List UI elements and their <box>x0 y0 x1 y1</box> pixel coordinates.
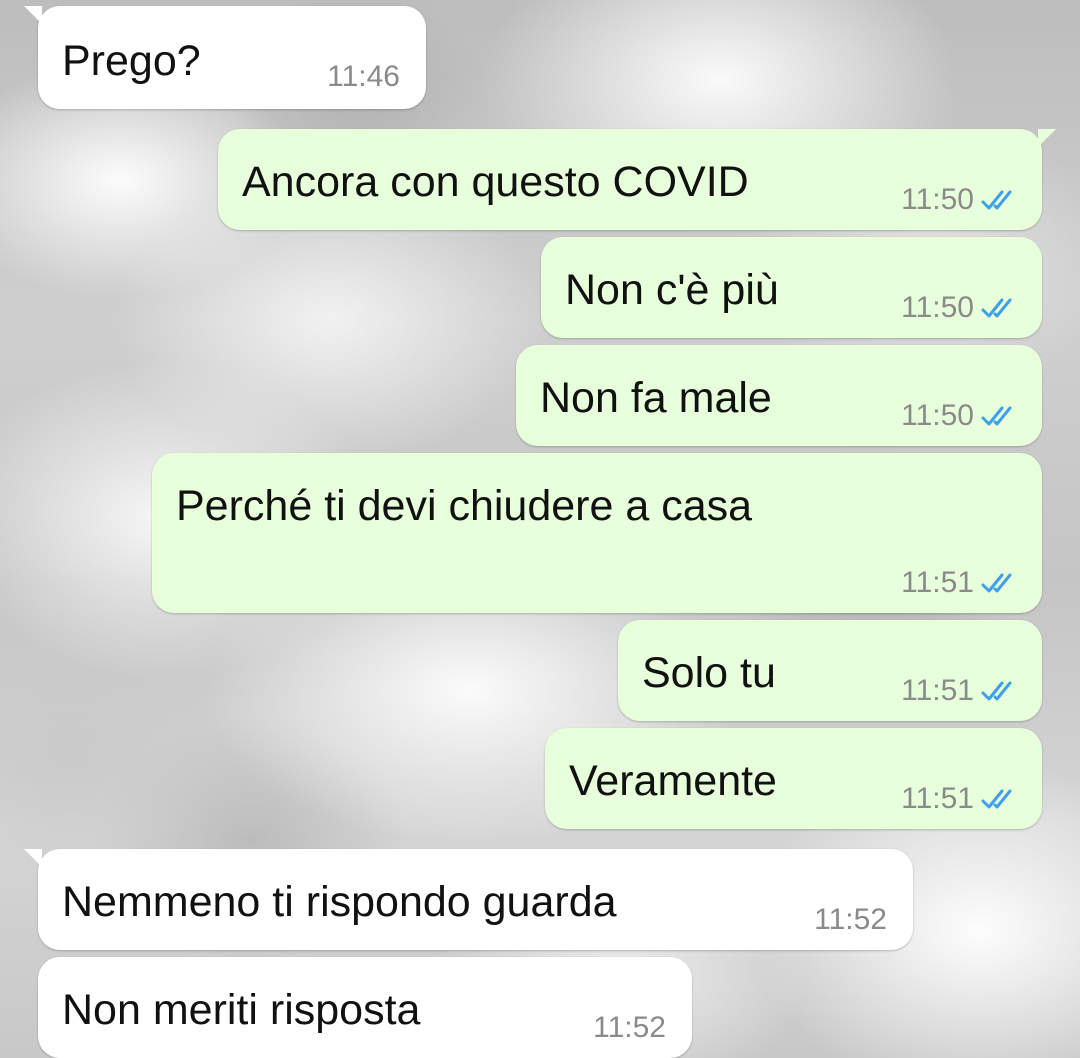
message-time: 11:46 <box>327 60 400 93</box>
message-bubble[interactable]: Non meriti risposta 11:52 <box>38 957 692 1058</box>
message-time: 11:50 <box>901 399 974 432</box>
message-bubble[interactable]: Non fa male 11:50 <box>516 345 1042 446</box>
double-check-read-icon <box>980 679 1020 703</box>
message-meta: 11:51 <box>901 783 1020 815</box>
message-text: Ancora con questo COVID <box>242 158 749 206</box>
message-meta: 11:50 <box>901 292 1020 324</box>
message-bubble[interactable]: Veramente 11:51 <box>545 728 1042 829</box>
double-check-read-icon <box>980 787 1020 811</box>
message-time: 11:51 <box>901 782 974 815</box>
message-text: Solo tu <box>642 649 776 697</box>
message-text: Non fa male <box>540 374 772 422</box>
double-check-read-icon <box>980 571 1020 595</box>
message-meta: 11:52 <box>593 1012 666 1044</box>
message-text: Veramente <box>569 757 777 805</box>
message-bubble[interactable]: Prego? 11:46 <box>24 6 426 109</box>
message-bubble[interactable]: Solo tu 11:51 <box>618 620 1042 721</box>
message-text: Non meriti risposta <box>62 986 421 1034</box>
message-time: 11:52 <box>593 1011 666 1044</box>
chat-thread: Prego? 11:46 Ancora con questo COVID 11:… <box>0 0 1080 1058</box>
message-bubble[interactable]: Nemmeno ti rispondo guarda 11:52 <box>24 849 913 950</box>
double-check-read-icon <box>980 188 1020 212</box>
message-text: Nemmeno ti rispondo guarda <box>62 878 617 926</box>
message-meta: 11:51 <box>901 567 1020 599</box>
message-meta: 11:51 <box>901 675 1020 707</box>
message-text: Non c'è più <box>565 266 779 314</box>
double-check-read-icon <box>980 404 1020 428</box>
message-bubble[interactable]: Non c'è più 11:50 <box>541 237 1042 338</box>
message-meta: 11:50 <box>901 184 1020 216</box>
message-time: 11:51 <box>901 566 974 599</box>
message-meta: 11:50 <box>901 400 1020 432</box>
message-bubble[interactable]: Ancora con questo COVID 11:50 <box>218 129 1056 230</box>
message-text: Prego? <box>62 37 201 85</box>
double-check-read-icon <box>980 296 1020 320</box>
message-time: 11:52 <box>814 903 887 936</box>
message-meta: 11:52 <box>814 904 887 936</box>
message-text: Perché ti devi chiudere a casa <box>176 482 753 530</box>
message-time: 11:50 <box>901 183 974 216</box>
message-meta: 11:46 <box>327 61 400 93</box>
message-time: 11:51 <box>901 674 974 707</box>
message-bubble[interactable]: Perché ti devi chiudere a casa 11:51 <box>152 453 1042 613</box>
message-time: 11:50 <box>901 291 974 324</box>
